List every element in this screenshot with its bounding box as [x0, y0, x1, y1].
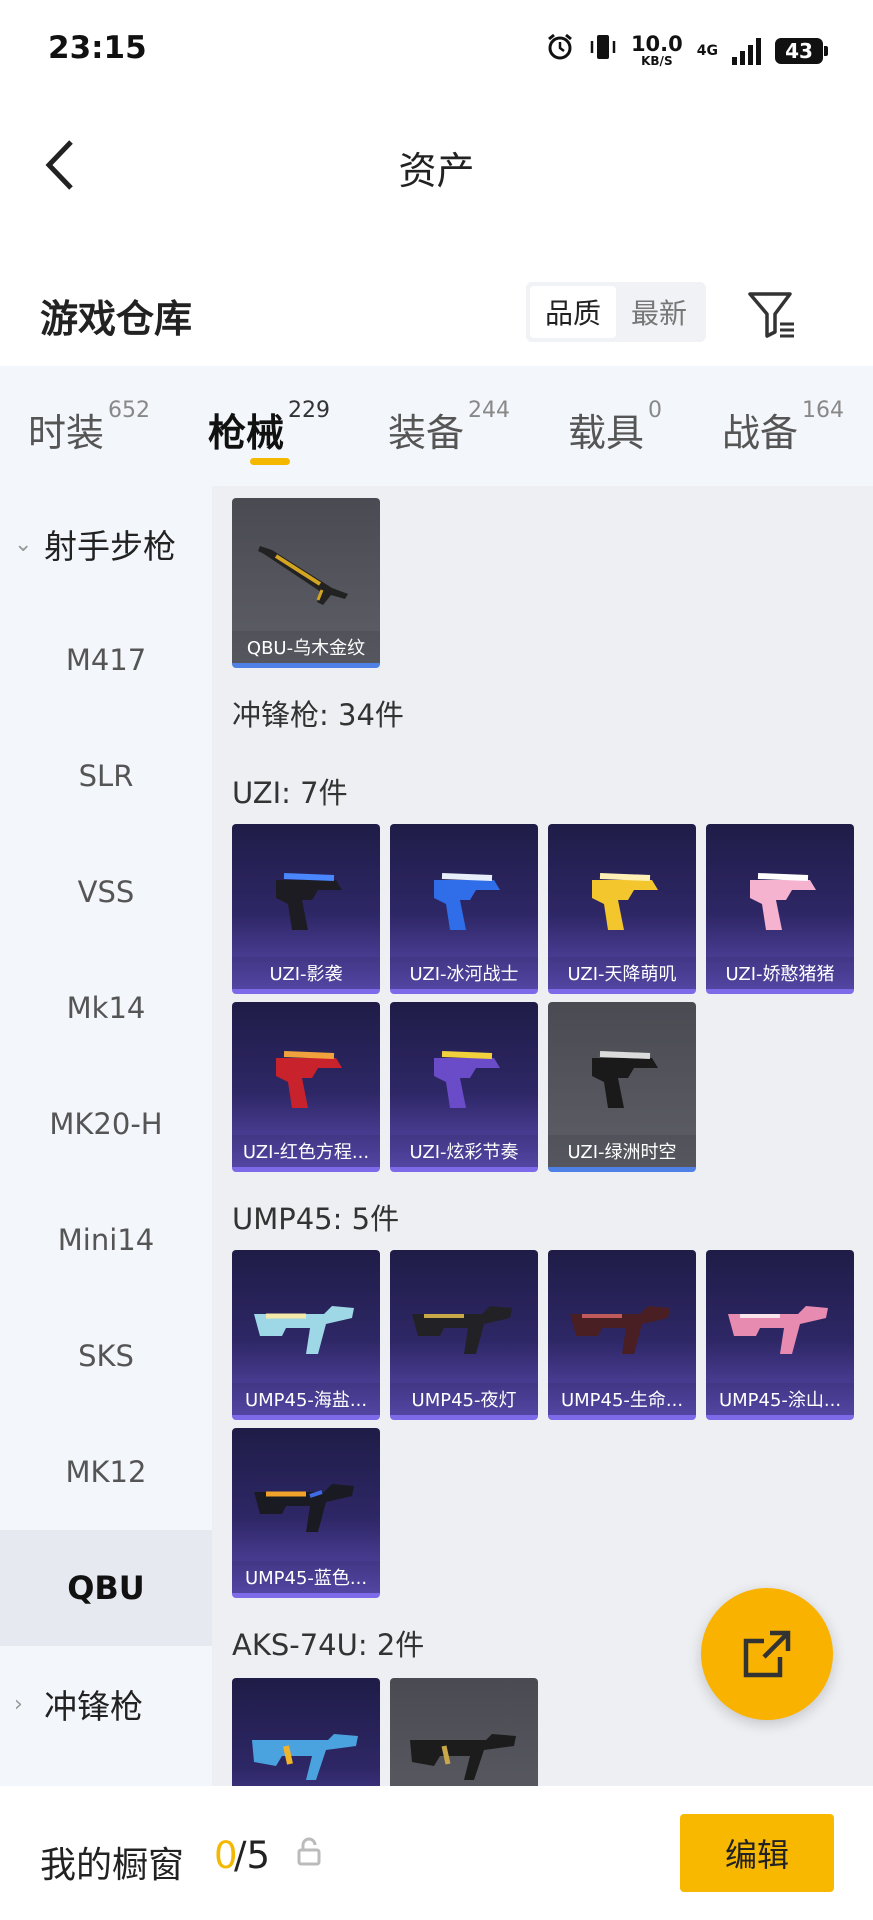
rifle-icon — [252, 1734, 358, 1780]
smg-icon — [254, 1306, 354, 1354]
filter-icon — [748, 292, 794, 338]
sidebar-item-slr[interactable]: SLR — [0, 718, 212, 834]
item-card[interactable]: UZI-炫彩节奏 — [390, 1002, 538, 1172]
rifle-icon — [410, 1734, 516, 1780]
sort-newest-button[interactable]: 最新 — [616, 286, 702, 338]
sidebar-group-smg[interactable]: › 冲锋枪 — [0, 1646, 212, 1762]
filter-button[interactable] — [744, 286, 800, 342]
signal-icon — [732, 37, 761, 65]
smg-icon — [570, 1306, 670, 1354]
item-name: UZI-娇憨猪猪 — [706, 957, 854, 989]
item-card[interactable] — [232, 1678, 380, 1786]
sidebar-item-mini14[interactable]: Mini14 — [0, 1182, 212, 1298]
item-name: UMP45-海盐... — [232, 1383, 380, 1415]
status-bar: 23:15 10.0 KB/S 4G 43 — [0, 0, 873, 100]
warehouse-title: 游戏仓库 — [40, 297, 193, 341]
active-tab-indicator — [250, 458, 290, 465]
sort-quality-button[interactable]: 品质 — [530, 286, 617, 338]
battery-icon: 43 — [775, 37, 828, 64]
item-name: UMP45-蓝色... — [232, 1561, 380, 1593]
showcase-label: 我的橱窗 — [40, 1845, 185, 1886]
item-name: UZI-影袭 — [232, 957, 380, 989]
item-card[interactable]: UMP45-海盐... — [232, 1250, 380, 1420]
tab-weapons[interactable]: 枪械229 — [208, 398, 330, 457]
item-name: UZI-红色方程... — [232, 1135, 380, 1167]
item-name: UZI-冰河战士 — [390, 957, 538, 989]
item-card[interactable]: UZI-绿洲时空 — [548, 1002, 696, 1172]
item-name: UZI-炫彩节奏 — [390, 1135, 538, 1167]
sidebar-item-qbu[interactable]: QBU — [0, 1530, 212, 1646]
item-card[interactable]: UMP45-蓝色... — [232, 1428, 380, 1598]
status-time: 23:15 — [48, 30, 147, 66]
smg-icon — [728, 1306, 828, 1354]
lock-icon — [297, 1837, 321, 1866]
category-tabs: 时装652 枪械229 装备244 载具0 战备164 — [0, 366, 873, 486]
share-button[interactable] — [701, 1588, 833, 1720]
network-speed: 10.0 KB/S — [630, 32, 683, 68]
smg-icon — [276, 1051, 342, 1108]
sidebar: ⌄ 射手步枪 M417 SLR VSS Mk14 MK20-H Mini14 SK… — [0, 486, 212, 1786]
edit-button[interactable]: 编辑 — [680, 1814, 834, 1892]
tab-supplies[interactable]: 战备164 — [722, 398, 844, 457]
sidebar-item-mk12[interactable]: MK12 — [0, 1414, 212, 1530]
smg-icon — [276, 873, 342, 930]
tab-equipment[interactable]: 装备244 — [388, 398, 510, 457]
item-name: UMP45-夜灯 — [390, 1383, 538, 1415]
section-label-uzi: UZI: 7件 — [232, 776, 348, 810]
network-type: 4G — [696, 42, 718, 59]
chevron-right-icon: › — [14, 1691, 23, 1717]
section-label-aks74u: AKS-74U: 2件 — [232, 1628, 425, 1662]
smg-icon — [412, 1306, 512, 1354]
smg-icon — [592, 1051, 658, 1108]
item-name: UZI-天降萌叽 — [548, 957, 696, 989]
smg-icon — [254, 1484, 354, 1532]
chevron-down-icon: ⌄ — [14, 531, 33, 557]
item-card[interactable] — [390, 1678, 538, 1786]
item-card[interactable]: UZI-红色方程... — [232, 1002, 380, 1172]
sort-toggle: 品质 最新 — [526, 282, 707, 342]
smg-icon — [592, 873, 658, 930]
sidebar-item-m417[interactable]: M417 — [0, 602, 212, 718]
sidebar-item-mk20h[interactable]: MK20-H — [0, 1066, 212, 1182]
tab-fashion[interactable]: 时装652 — [28, 398, 150, 457]
item-name: UZI-绿洲时空 — [548, 1135, 696, 1167]
section-label-smg: 冲锋枪: 34件 — [232, 698, 404, 732]
smg-icon — [434, 873, 500, 930]
vibrate-icon — [589, 32, 617, 69]
item-name: QBU-乌木金纹 — [232, 631, 380, 663]
bottom-bar: 我的橱窗 0 /5 编辑 — [0, 1786, 873, 1920]
sidebar-item-sks[interactable]: SKS — [0, 1298, 212, 1414]
item-card[interactable]: UMP45-涂山... — [706, 1250, 854, 1420]
rifle-icon — [258, 546, 348, 605]
smg-icon — [434, 1051, 500, 1108]
sidebar-item-vss[interactable]: VSS — [0, 834, 212, 950]
item-card[interactable]: UMP45-生命... — [548, 1250, 696, 1420]
sidebar-item-mk14[interactable]: Mk14 — [0, 950, 212, 1066]
item-card[interactable]: UZI-冰河战士 — [390, 824, 538, 994]
sidebar-group-marksman[interactable]: ⌄ 射手步枪 — [0, 486, 212, 602]
share-icon — [743, 1630, 791, 1678]
item-card[interactable]: QBU-乌木金纹 — [232, 498, 380, 668]
tab-vehicles[interactable]: 载具0 — [568, 398, 662, 457]
item-card[interactable]: UZI-娇憨猪猪 — [706, 824, 854, 994]
item-name: UMP45-生命... — [548, 1383, 696, 1415]
item-card[interactable]: UZI-天降萌叽 — [548, 824, 696, 994]
page-title: 资产 — [398, 149, 475, 193]
header: 资产 — [0, 100, 873, 230]
item-card[interactable]: UZI-影袭 — [232, 824, 380, 994]
smg-icon — [750, 873, 816, 930]
item-name: UMP45-涂山... — [706, 1383, 854, 1415]
section-label-ump45: UMP45: 5件 — [232, 1202, 400, 1236]
item-card[interactable]: UMP45-夜灯 — [390, 1250, 538, 1420]
alarm-icon — [545, 32, 575, 69]
showcase-count-total: /5 — [234, 1834, 271, 1877]
status-icons: 10.0 KB/S 4G 43 — [545, 32, 828, 69]
